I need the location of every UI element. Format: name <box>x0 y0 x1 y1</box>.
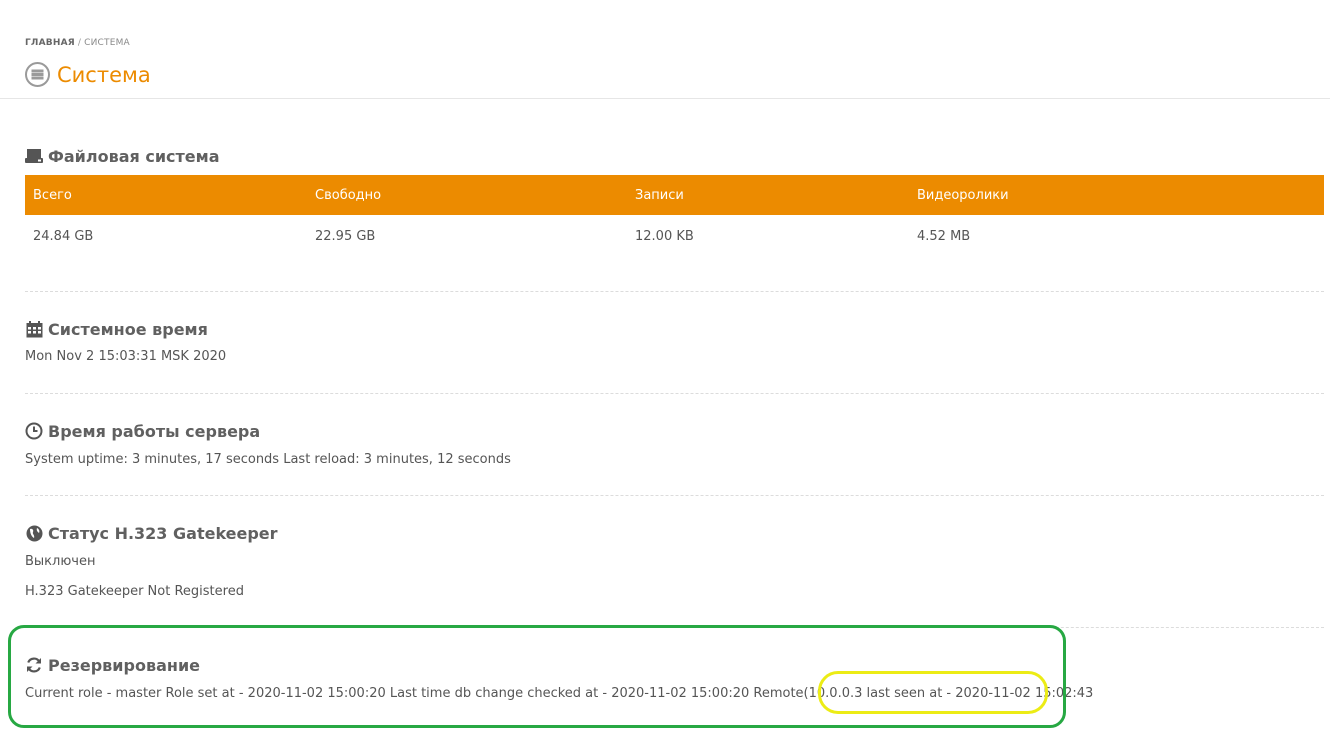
cell-total: 24.84 GB <box>33 228 94 244</box>
highlight-annotation-yellow <box>818 671 1048 714</box>
hard-drive-icon <box>25 147 43 165</box>
filesystem-title: Файловая система <box>48 146 220 166</box>
column-header-videos: Видеоролики <box>909 175 1324 215</box>
table-header-row: Всего Свободно Записи Видеоролики <box>25 175 1324 215</box>
column-header-records: Записи <box>627 175 909 215</box>
table-row: 24.84 GB 22.95 GB 12.00 KB 4.52 MB <box>25 215 1324 257</box>
system-time-section: Системное время Mon Nov 2 15:03:31 MSK 2… <box>25 318 1324 365</box>
system-time-value: Mon Nov 2 15:03:31 MSK 2020 <box>25 349 227 364</box>
breadcrumb: ГЛАВНАЯ / СИСТЕМА <box>25 38 130 48</box>
filesystem-section: Файловая система <box>25 145 1324 167</box>
section-divider <box>25 393 1324 394</box>
breadcrumb-separator: / <box>77 38 82 48</box>
filesystem-table: Всего Свободно Записи Видеоролики 24.84 … <box>25 175 1324 257</box>
system-page: ГЛАВНАЯ / СИСТЕМА Система Файловая система <box>0 0 1330 732</box>
clock-icon <box>25 422 43 440</box>
gatekeeper-title: Статус H.323 Gatekeeper <box>48 523 278 543</box>
page-header: Система <box>25 62 151 87</box>
system-time-title: Системное время <box>48 319 208 339</box>
server-icon <box>25 62 50 87</box>
breadcrumb-home-link[interactable]: ГЛАВНАЯ <box>25 38 75 48</box>
column-header-total: Всего <box>25 175 307 215</box>
globe-icon <box>25 524 43 542</box>
cell-videos: 4.52 MB <box>917 228 971 244</box>
cell-free: 22.95 GB <box>315 228 376 244</box>
header-divider <box>0 98 1330 99</box>
gatekeeper-section: Статус H.323 Gatekeeper Выключен H.323 G… <box>25 522 1324 600</box>
calendar-icon <box>25 320 43 338</box>
column-header-free: Свободно <box>307 175 627 215</box>
section-divider <box>25 495 1324 496</box>
breadcrumb-current: СИСТЕМА <box>84 38 130 48</box>
cell-records: 12.00 KB <box>635 228 694 244</box>
uptime-value: System uptime: 3 minutes, 17 seconds Las… <box>25 452 511 467</box>
gatekeeper-status: Выключен <box>25 554 96 569</box>
gatekeeper-registration: H.323 Gatekeeper Not Registered <box>25 584 244 599</box>
uptime-section: Время работы сервера System uptime: 3 mi… <box>25 420 1324 468</box>
page-title: Система <box>57 62 151 87</box>
section-divider <box>25 291 1324 292</box>
uptime-title: Время работы сервера <box>48 421 261 441</box>
